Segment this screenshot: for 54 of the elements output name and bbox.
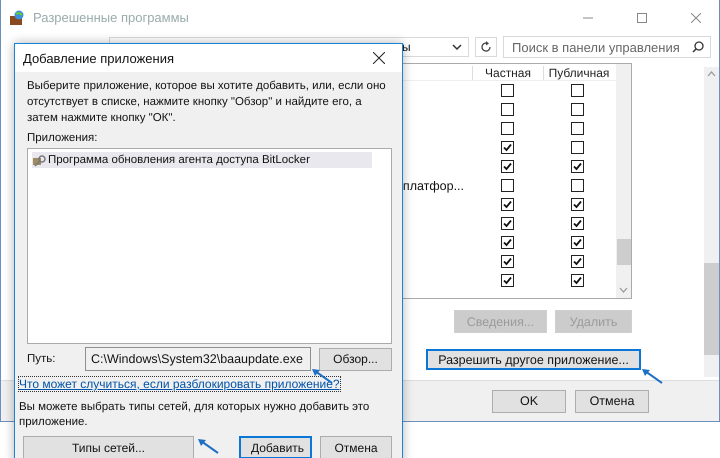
checkbox[interactable] <box>570 141 584 154</box>
checkbox[interactable] <box>570 255 584 268</box>
checkbox[interactable] <box>500 236 514 249</box>
instructions-text: Выберите приложение, которое вы хотите добавить, или, если оно отсутствует в списке, нажмите кнопку "Обзор" и найдите его, а затем нажмите кнопку "ОК". <box>27 79 387 126</box>
checkbox[interactable] <box>500 255 514 268</box>
dialog-button[interactable]: Типы сетей... <box>23 436 194 458</box>
program-name: платфор... <box>402 178 464 192</box>
checkbox[interactable] <box>500 179 514 192</box>
window-scrollbar[interactable] <box>704 67 719 377</box>
search-field[interactable]: Поиск в панели управления <box>503 36 711 58</box>
help-link[interactable]: Что может случиться, если разблокировать приложение? <box>19 377 340 391</box>
checkbox[interactable] <box>500 122 514 135</box>
scrollbar[interactable] <box>616 64 631 298</box>
scroll-thumb[interactable] <box>616 239 630 265</box>
path-label: Путь: <box>27 353 56 365</box>
checkbox[interactable] <box>500 160 514 173</box>
checkbox[interactable] <box>500 141 514 154</box>
checkbox[interactable] <box>500 84 514 97</box>
dialog-title: Добавление приложения <box>23 50 176 66</box>
network-note: Вы можете выбрать типы сетей, для которых нужно добавить это приложение. <box>19 400 370 430</box>
checkbox[interactable] <box>500 217 514 230</box>
column-header[interactable]: Частная <box>472 66 543 80</box>
allow-app-button[interactable]: Разрешить другое приложение... <box>426 349 641 370</box>
apps-label: Приложения: <box>27 132 98 144</box>
chevron-icon[interactable] <box>452 44 462 50</box>
dialog-button[interactable]: Отмена <box>320 436 392 458</box>
checkbox[interactable] <box>570 198 584 211</box>
footer-button[interactable]: Отмена <box>575 390 649 412</box>
pointer-arrow <box>198 439 219 454</box>
checkbox[interactable] <box>500 274 514 287</box>
search-icon[interactable] <box>692 41 704 53</box>
scroll-thumb[interactable] <box>704 263 719 355</box>
footer-button[interactable]: OK <box>492 390 566 412</box>
path-field[interactable]: C:\Windows\System32\baaupdate.exe <box>85 347 311 371</box>
checkbox[interactable] <box>500 198 514 211</box>
checkbox[interactable] <box>570 103 584 116</box>
checkbox[interactable] <box>570 84 584 97</box>
checkbox[interactable] <box>570 122 584 135</box>
checkbox[interactable] <box>570 236 584 249</box>
dialog-button[interactable]: Добавить <box>239 436 312 458</box>
checkbox[interactable] <box>500 103 514 116</box>
browse-button[interactable]: Обзор... <box>319 348 392 370</box>
column-header[interactable]: Публичная <box>543 66 614 80</box>
app-item[interactable]: Программа обновления агента доступа BitLocker <box>32 152 372 168</box>
checkbox[interactable] <box>570 217 584 230</box>
checkbox[interactable] <box>570 160 584 173</box>
key-lock-icon <box>32 153 46 167</box>
window-title: Разрешенные программы <box>33 10 190 25</box>
apps-list[interactable]: Программа обновления агента доступа BitLocker <box>27 148 392 344</box>
checkbox[interactable] <box>570 179 584 192</box>
pointer-arrow <box>642 369 663 384</box>
checkbox[interactable] <box>570 274 584 287</box>
refresh-icon[interactable] <box>475 37 497 57</box>
firewall-icon <box>9 10 25 26</box>
